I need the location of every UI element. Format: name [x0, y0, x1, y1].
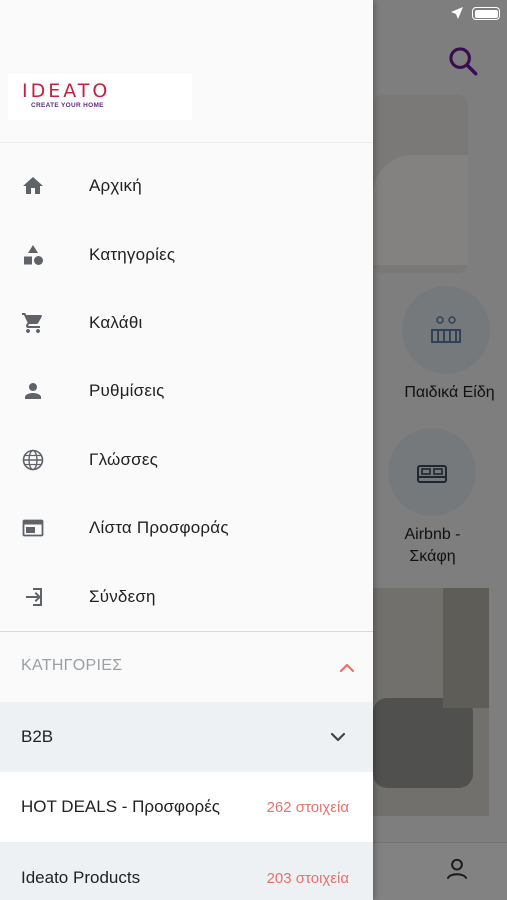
category-name: B2B	[21, 727, 54, 746]
menu-item-label: Κατηγορίες	[89, 245, 176, 264]
menu-item-languages[interactable]: Γλώσσες	[0, 426, 373, 494]
cart-icon	[22, 313, 42, 333]
chevron-down-icon[interactable]	[328, 727, 348, 747]
category-row-b2b[interactable]: B2B	[0, 702, 373, 772]
person-icon	[25, 383, 41, 399]
divider	[0, 142, 373, 143]
menu-item-label: Σύνδεση	[89, 587, 156, 606]
shapes-icon	[24, 245, 43, 265]
category-name: Ideato Products	[21, 868, 141, 887]
categories-header[interactable]: ΚΑΤΗΓΟΡΙΕΣ	[0, 632, 373, 702]
menu-item-settings[interactable]: Ρυθμίσεις	[0, 357, 373, 425]
menu-item-label: Καλάθι	[89, 313, 143, 332]
menu-item-categories[interactable]: Κατηγορίες	[0, 221, 373, 289]
category-count: 262 στοιχεία	[266, 799, 349, 816]
menu-item-offer-list[interactable]: Λίστα Προσφοράς	[0, 494, 373, 562]
menu-item-login[interactable]: Σύνδεση	[0, 563, 373, 631]
category-row-ideato-products[interactable]: Ideato Products 203 στοιχεία	[0, 842, 373, 900]
menu-item-label: Λίστα Προσφοράς	[89, 518, 229, 537]
menu-item-label: Γλώσσες	[89, 450, 159, 469]
logo-text: IDEATO	[22, 80, 111, 102]
menu-item-label: Αρχική	[89, 176, 142, 195]
chevron-up-icon[interactable]	[337, 658, 357, 678]
login-icon	[26, 588, 42, 606]
logo-tagline: CREATE YOUR HOME	[31, 102, 104, 109]
categories-header-label: ΚΑΤΗΓΟΡΙΕΣ	[21, 657, 123, 674]
menu-item-home[interactable]: Αρχική	[0, 152, 373, 220]
location-icon	[451, 7, 463, 19]
web-icon	[22, 519, 44, 537]
category-name: HOT DEALS - Προσφορές	[21, 797, 220, 816]
menu-item-cart[interactable]: Καλάθι	[0, 289, 373, 357]
menu-item-label: Ρυθμίσεις	[89, 381, 165, 400]
category-row-hot-deals[interactable]: HOT DEALS - Προσφορές 262 στοιχεία	[0, 772, 373, 842]
navigation-drawer: IDEATO CREATE YOUR HOME Αρχική Κατηγορίε…	[0, 0, 373, 900]
category-count: 203 στοιχεία	[266, 870, 349, 887]
home-icon	[23, 177, 43, 194]
battery-icon	[472, 7, 500, 20]
globe-icon	[22, 449, 44, 471]
